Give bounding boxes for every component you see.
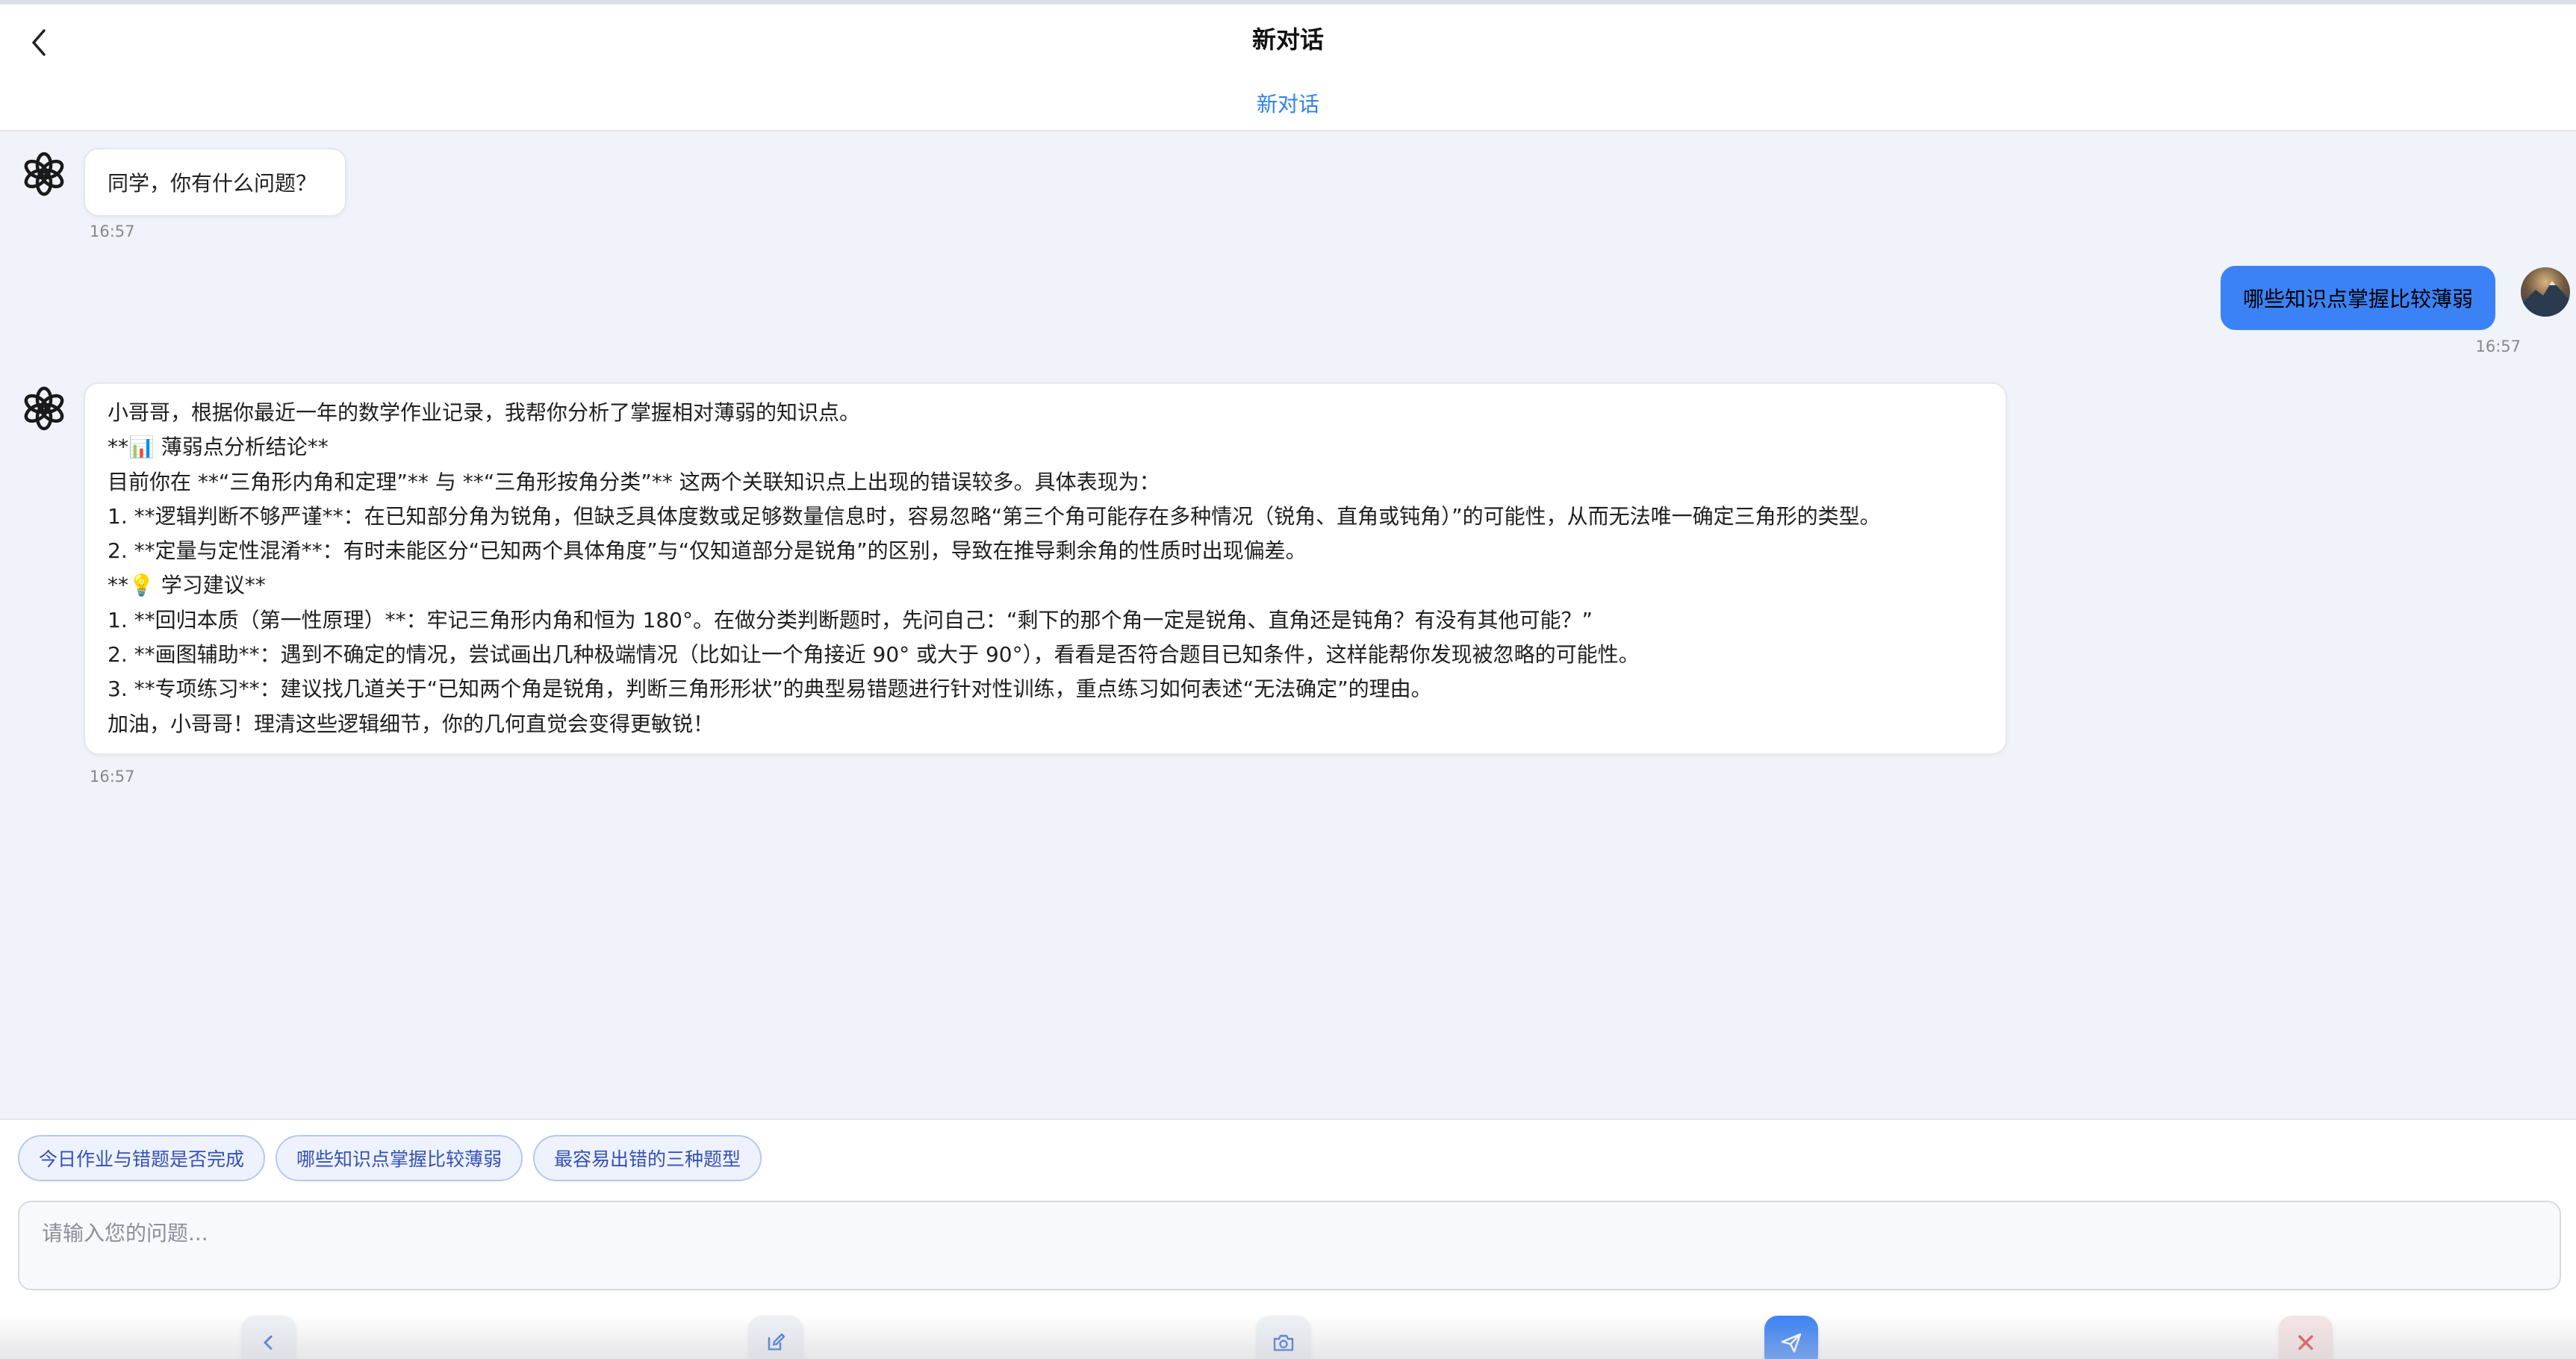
suggestion-chip[interactable]: 最容易出错的三种题型 bbox=[533, 1135, 762, 1181]
answer-line: **💡 学习建议** bbox=[108, 573, 266, 598]
camera-icon bbox=[1273, 1334, 1294, 1352]
message-time: 16:57 bbox=[90, 768, 135, 786]
header: 新对话 新对话 bbox=[0, 4, 2576, 131]
answer-line: 1. **回归本质（第一性原理）**：牢记三角形内角和恒为 180°。在做分类判… bbox=[108, 607, 1593, 632]
composer-panel: 今日作业与错题是否完成 哪些知识点掌握比较薄弱 最容易出错的三种题型 bbox=[0, 1119, 2576, 1359]
user-message: 哪些知识点掌握比较薄弱 bbox=[2220, 266, 2495, 330]
answer-line: **📊 薄弱点分析结论** bbox=[108, 435, 329, 460]
bot-avatar bbox=[18, 148, 70, 200]
answer-line: 加油，小哥哥！理清这些逻辑细节，你的几何直觉会变得更敏锐！ bbox=[108, 711, 715, 736]
suggestion-chip[interactable]: 今日作业与错题是否完成 bbox=[18, 1135, 266, 1181]
bot-message-greeting: 同学，你有什么问题？ bbox=[84, 148, 347, 217]
answer-line: 小哥哥，根据你最近一年的数学作业记录，我帮你分析了掌握相对薄弱的知识点。 bbox=[108, 400, 861, 425]
toolbar-back-button[interactable] bbox=[242, 1316, 296, 1359]
chevron-left-icon bbox=[264, 1335, 273, 1350]
answer-line: 3. **专项练习**：建议找几道关于“已知两个角是锐角，判断三角形形状”的典型… bbox=[108, 677, 1432, 702]
mountain-icon bbox=[2521, 281, 2570, 317]
bot-message-answer: 小哥哥，根据你最近一年的数学作业记录，我帮你分析了掌握相对薄弱的知识点。 **📊… bbox=[84, 382, 2007, 755]
page-title: 新对话 bbox=[1251, 25, 1324, 54]
suggestion-chip[interactable]: 哪些知识点掌握比较薄弱 bbox=[276, 1135, 523, 1181]
message-time: 16:57 bbox=[90, 223, 135, 240]
question-input[interactable] bbox=[18, 1201, 2561, 1290]
answer-line: 1. **逻辑判断不够严谨**：在已知部分角为锐角，但缺乏具体度数或足够数量信息… bbox=[108, 503, 1881, 529]
message-text: 同学，你有什么问题？ bbox=[108, 171, 317, 196]
user-avatar bbox=[2521, 267, 2570, 317]
message-time: 16:57 bbox=[2475, 338, 2521, 355]
close-icon bbox=[2298, 1335, 2313, 1350]
edit-icon bbox=[768, 1333, 785, 1351]
camera-button[interactable] bbox=[1257, 1316, 1310, 1359]
answer-line: 2. **定量与定性混淆**：有时未能区分“已知两个具体角度”与“仅知道部分是锐… bbox=[108, 538, 1307, 564]
openai-logo-icon bbox=[24, 386, 64, 431]
answer-line: 目前你在 **“三角形内角和定理”** 与 **“三角形按角分类”** 这两个关… bbox=[108, 469, 1160, 494]
message-text: 哪些知识点掌握比较薄弱 bbox=[2242, 287, 2473, 311]
answer-line: 2. **画图辅助**：遇到不确定的情况，尝试画出几种极端情况（比如让一个角接近… bbox=[108, 642, 1640, 668]
conversation-tab[interactable]: 新对话 bbox=[0, 88, 2576, 118]
openai-logo-icon bbox=[24, 152, 64, 196]
suggestion-chips: 今日作业与错题是否完成 哪些知识点掌握比较薄弱 最容易出错的三种题型 bbox=[18, 1135, 762, 1181]
close-button[interactable] bbox=[2279, 1316, 2333, 1359]
bot-avatar bbox=[18, 382, 70, 435]
send-icon bbox=[1781, 1333, 1802, 1353]
new-chat-button[interactable] bbox=[749, 1316, 803, 1359]
chat-area[interactable]: 同学，你有什么问题？ 16:57 哪些知识点掌握比较薄弱 16:57 小哥哥，根… bbox=[0, 131, 2576, 1119]
send-button[interactable] bbox=[1764, 1316, 1818, 1359]
